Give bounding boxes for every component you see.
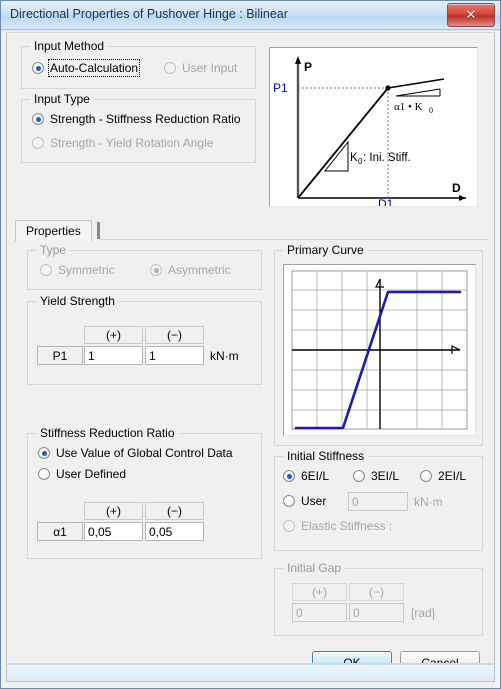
radio-dot-icon: [164, 62, 176, 74]
bilinear-hinge-diagram: P D P1 D1 α1 • K 0 K 0 : Ini. Stiff. P1 …: [269, 47, 478, 211]
radio-label: Strength - Stiffness Reduction Ratio: [50, 112, 241, 126]
yield-p1-plus-input[interactable]: 1: [84, 346, 143, 365]
svg-text:K: K: [350, 152, 358, 164]
srr-alpha1-minus-input[interactable]: 0,05: [145, 522, 204, 541]
radio-symmetric[interactable]: Symmetric: [40, 263, 115, 277]
radio-user-stiffness[interactable]: User: [283, 494, 326, 508]
primary-curve-plot: [283, 264, 476, 436]
radio-dot-icon: [353, 470, 365, 482]
radio-dot-icon: [283, 470, 295, 482]
svg-text:: Ini. Stiff.: : Ini. Stiff.: [363, 152, 411, 164]
srr-alpha1-plus-input[interactable]: 0,05: [84, 522, 143, 541]
initial-gap-minus-input[interactable]: 0: [349, 603, 404, 622]
radio-label: Elastic Stiffness :: [301, 519, 393, 533]
tab-label: Properties: [26, 224, 81, 238]
dialog-client-area: Input Method Auto-Calculation User Input…: [6, 32, 495, 682]
stiffness-reduction-ratio-group: Stiffness Reduction Ratio Use Value of G…: [27, 426, 262, 559]
input-method-group: Input Method Auto-Calculation User Input: [21, 39, 256, 89]
initial-gap-header-minus: (−): [349, 583, 404, 601]
tab-strip: Properties: [15, 220, 488, 242]
radio-user-defined[interactable]: User Defined: [38, 467, 126, 481]
initial-gap-title: Initial Gap: [283, 561, 346, 575]
radio-label: Use Value of Global Control Data: [56, 446, 233, 460]
yield-strength-group: Yield Strength (+) (−) P1 1 1 kN·m: [27, 294, 262, 385]
svg-text:α1 • K: α1 • K: [394, 101, 423, 113]
type-group: Type Symmetric Asymmetric: [27, 243, 262, 290]
initial-stiffness-user-unit: kN·m: [414, 495, 443, 509]
radio-auto-calculation[interactable]: Auto-Calculation: [32, 59, 141, 77]
tab-divider: [97, 222, 100, 239]
svg-text:0: 0: [429, 106, 433, 115]
radio-dot-icon: [420, 470, 432, 482]
yield-header-minus: (−): [145, 326, 204, 344]
initial-stiffness-user-input[interactable]: 0: [348, 492, 408, 511]
title-bar: Directional Properties of Pushover Hinge…: [1, 1, 500, 30]
svg-text:P1: P1: [273, 81, 288, 95]
radio-label: Auto-Calculation: [47, 59, 141, 77]
radio-dot-icon: [38, 447, 50, 459]
yield-header-plus: (+): [84, 326, 143, 344]
status-bar: [7, 664, 494, 681]
svg-text:P: P: [304, 60, 312, 74]
radio-label: Symmetric: [58, 263, 115, 277]
initial-gap-plus-input[interactable]: 0: [292, 603, 347, 622]
radio-use-value-of-global-control-data[interactable]: Use Value of Global Control Data: [38, 446, 233, 460]
bilinear-diagram-svg: P D P1 D1 α1 • K 0 K 0 : Ini. Stiff.: [273, 56, 466, 211]
radio-user-input[interactable]: User Input: [164, 61, 237, 75]
primary-curve-title: Primary Curve: [283, 243, 368, 257]
radio-dot-icon: [283, 495, 295, 507]
yield-row-label: P1: [37, 346, 83, 365]
dialog-window: Directional Properties of Pushover Hinge…: [0, 0, 501, 689]
initial-stiffness-title: Initial Stiffness: [283, 449, 369, 463]
radio-dot-icon: [38, 468, 50, 480]
radio-label: Strength - Yield Rotation Angle: [50, 136, 214, 150]
tab-properties[interactable]: Properties: [15, 220, 92, 241]
initial-stiffness-group: Initial Stiffness 6EI/L 3EI/L 2EI/L User…: [274, 449, 483, 551]
radio-label: Asymmetric: [168, 263, 231, 277]
input-type-group: Input Type Strength - Stiffness Reductio…: [21, 92, 256, 163]
radio-label: 3EI/L: [371, 469, 400, 483]
radio-2eil[interactable]: 2EI/L: [420, 469, 466, 483]
radio-label: 2EI/L: [438, 469, 467, 483]
radio-asymmetric[interactable]: Asymmetric: [150, 263, 231, 277]
radio-label: User: [301, 494, 327, 508]
radio-elastic-stiffness[interactable]: Elastic Stiffness :: [283, 519, 392, 533]
radio-dot-icon: [32, 62, 44, 74]
input-type-title: Input Type: [30, 92, 94, 106]
svg-text:D: D: [452, 181, 461, 195]
stiffness-reduction-title: Stiffness Reduction Ratio: [36, 426, 179, 440]
input-method-title: Input Method: [30, 39, 109, 53]
srr-header-minus: (−): [145, 502, 204, 520]
radio-dot-icon: [40, 264, 52, 276]
srr-header-plus: (+): [84, 502, 143, 520]
radio-strength-yield-rotation-angle[interactable]: Strength - Yield Rotation Angle: [32, 136, 213, 150]
close-icon[interactable]: ✕: [447, 3, 495, 27]
radio-label: 6EI/L: [301, 469, 330, 483]
tab-underline: [100, 239, 488, 240]
yield-p1-minus-input[interactable]: 1: [145, 346, 204, 365]
radio-label: User Input: [182, 61, 238, 75]
window-title: Directional Properties of Pushover Hinge…: [10, 7, 288, 21]
radio-dot-icon: [150, 264, 162, 276]
primary-curve-svg: [291, 270, 468, 430]
initial-gap-unit: [rad]: [411, 606, 436, 620]
primary-curve-group: Primary Curve: [274, 243, 483, 446]
radio-dot-icon: [32, 113, 44, 125]
radio-dot-icon: [32, 137, 44, 149]
radio-3eil[interactable]: 3EI/L: [353, 469, 399, 483]
svg-text:D1: D1: [378, 197, 394, 206]
srr-row-label: α1: [37, 522, 83, 541]
yield-strength-unit: kN·m: [210, 349, 239, 363]
radio-dot-icon: [283, 520, 295, 532]
yield-strength-title: Yield Strength: [36, 294, 119, 308]
initial-gap-group: Initial Gap (+) (−) 0 0 [rad]: [274, 561, 483, 636]
type-group-title: Type: [36, 243, 71, 257]
radio-strength-stiffness-reduction-ratio[interactable]: Strength - Stiffness Reduction Ratio: [32, 112, 241, 126]
initial-gap-header-plus: (+): [292, 583, 347, 601]
radio-6eil[interactable]: 6EI/L: [283, 469, 329, 483]
radio-label: User Defined: [56, 467, 127, 481]
